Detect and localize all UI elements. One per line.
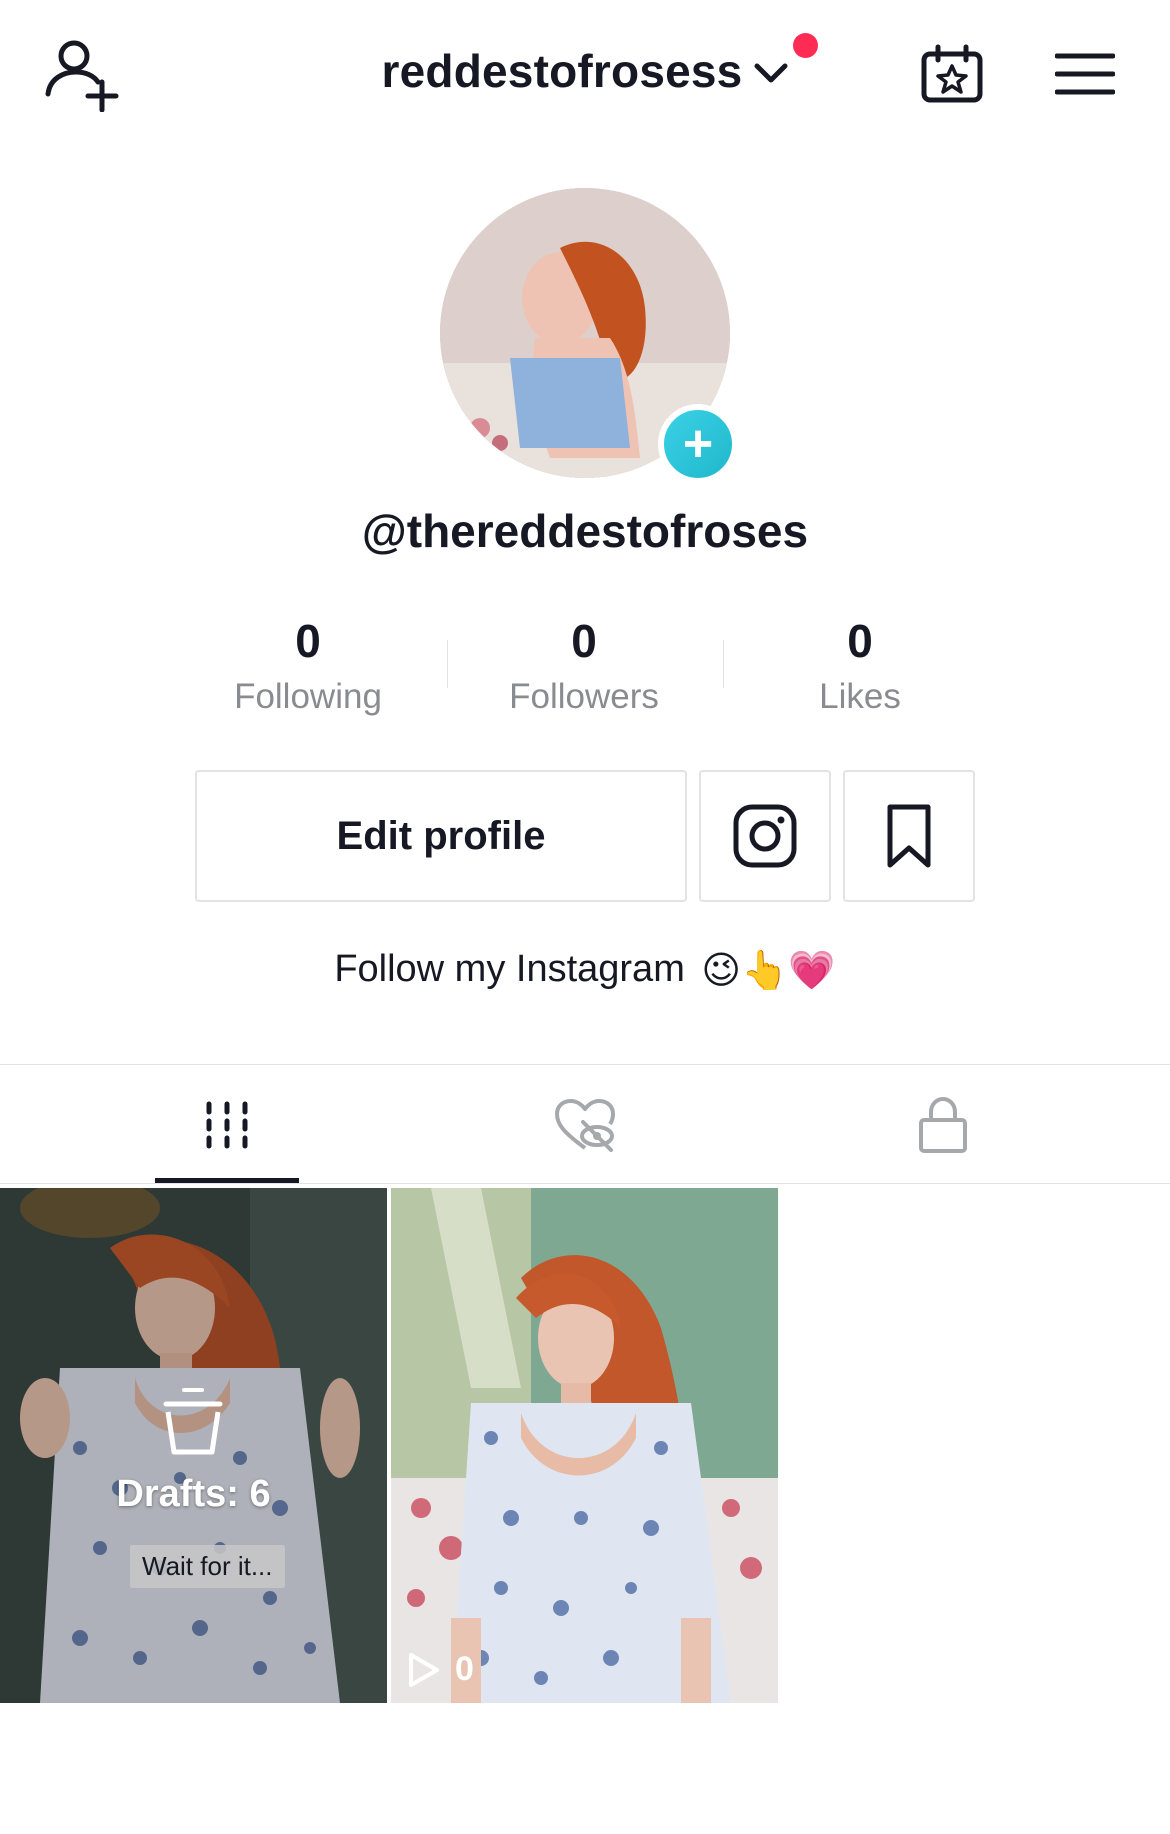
tabs-divider (0, 1064, 1170, 1065)
tab-videos[interactable] (32, 1066, 422, 1183)
tabs-divider (0, 1183, 1170, 1184)
account-switcher[interactable]: reddestofrosess (0, 44, 1170, 98)
hidden-heart-icon (555, 1098, 615, 1152)
chevron-down-icon (754, 63, 788, 83)
bio-emojis: 😉👆💗 (701, 950, 836, 993)
stat-label: Likes (819, 677, 901, 716)
stat-label: Followers (509, 677, 659, 716)
draft-caption: Wait for it... (130, 1545, 285, 1588)
profile-page: reddestofrosess + @thereddestofroses 0 F… (0, 0, 1170, 1834)
play-icon (409, 1652, 439, 1687)
edit-profile-button[interactable]: Edit profile (195, 770, 687, 902)
tab-private[interactable] (748, 1066, 1138, 1183)
bio: Follow my Instagram 😉👆💗 (0, 948, 1170, 993)
bookmark-icon (887, 804, 931, 868)
stat-value: 0 (847, 615, 873, 667)
stat-value: 0 (571, 615, 597, 667)
hamburger-menu-icon[interactable] (1055, 52, 1115, 96)
video-thumbnail (391, 1188, 778, 1703)
stat-value: 0 (295, 615, 321, 667)
stats-row: 0 Following 0 Followers 0 Likes (0, 615, 1170, 725)
profile-tabs (0, 1066, 1170, 1183)
top-bar: reddestofrosess (0, 0, 1170, 150)
instagram-button[interactable] (699, 770, 831, 902)
stat-likes[interactable]: 0 Likes (740, 615, 980, 717)
username-title: reddestofrosess (381, 45, 743, 97)
favorites-button[interactable] (843, 770, 975, 902)
tab-liked[interactable] (390, 1066, 780, 1183)
profile-handle: @thereddestofroses (361, 505, 809, 557)
stat-divider (447, 640, 448, 688)
calendar-star-icon[interactable] (920, 44, 984, 104)
drafts-tile[interactable]: Drafts: 6 Wait for it... (0, 1188, 387, 1703)
add-avatar-plus-icon[interactable]: + (658, 404, 738, 484)
grid-columns-icon (206, 1101, 248, 1148)
lock-icon (919, 1096, 967, 1153)
bio-text: Follow my Instagram (334, 948, 685, 990)
video-tile[interactable]: 0 (391, 1188, 778, 1703)
view-count-value: 0 (455, 1650, 474, 1688)
stat-following[interactable]: 0 Following (188, 615, 428, 717)
drafts-count: Drafts: 6 (116, 1473, 271, 1515)
notification-dot (793, 33, 818, 58)
view-count: 0 (407, 1650, 474, 1689)
drafts-icon (163, 1388, 223, 1455)
stat-followers[interactable]: 0 Followers (464, 615, 704, 717)
stat-divider (723, 640, 724, 688)
instagram-icon (733, 804, 797, 868)
stat-label: Following (234, 677, 382, 716)
